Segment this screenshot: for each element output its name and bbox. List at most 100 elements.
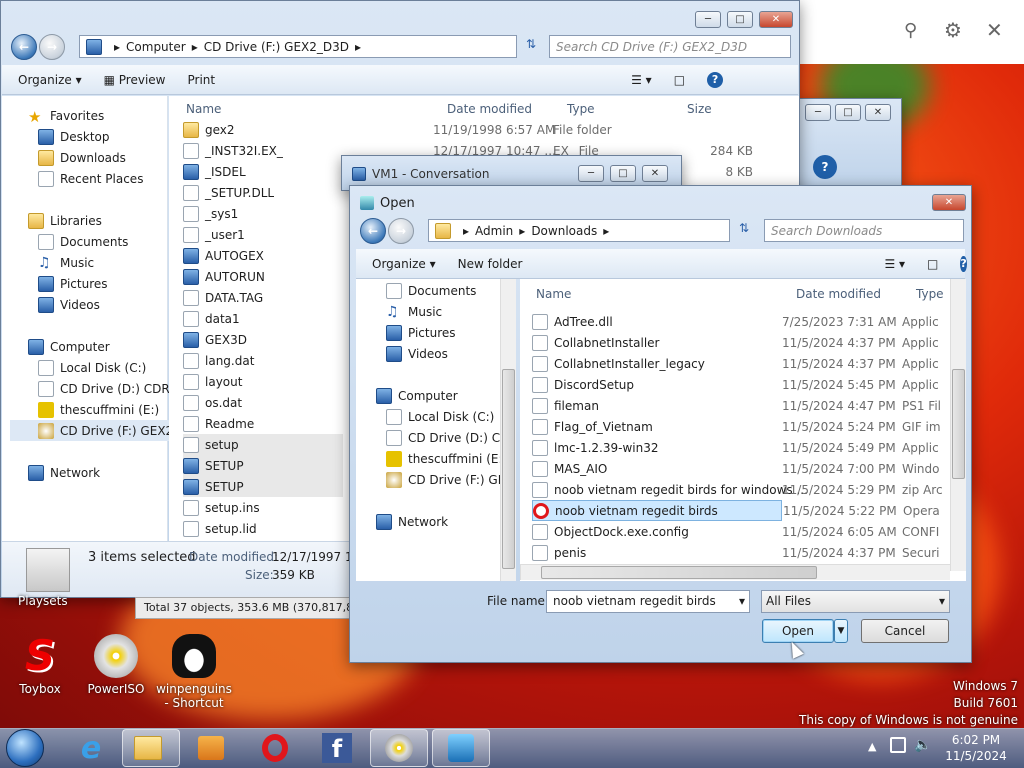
network-tray-icon[interactable] [890,737,906,753]
table-row[interactable]: fileman 11/5/2024 4:47 PM PS1 Fil [532,395,962,416]
breadcrumb-item[interactable]: Admin [475,224,513,238]
print-button[interactable]: Print [187,73,215,87]
forward-button[interactable]: → [39,34,65,60]
sidebar-item-videos[interactable]: Videos [38,297,100,313]
sidebar-item-documents[interactable]: Documents [38,234,128,250]
table-row[interactable]: gex2 11/19/1998 6:57 AM File folder [183,119,783,140]
table-row[interactable]: MAS_AIO 11/5/2024 7:00 PM Windo [532,458,962,479]
column-header-date[interactable]: Date modified [447,102,532,116]
sidebar-item-local-disk-c[interactable]: Local Disk (C:) [386,409,494,425]
table-row[interactable]: CollabnetInstaller 11/5/2024 4:37 PM Appli… [532,332,962,353]
maximize-button[interactable]: □ [727,11,753,28]
sidebar-item-cd-drive-f[interactable]: CD Drive (F:) GEX [386,472,514,488]
clock[interactable]: 6:02 PM 11/5/2024 [936,732,1016,764]
sidebar-item-pictures[interactable]: Pictures [386,325,456,341]
close-button[interactable]: ✕ [759,11,793,28]
taskbar-poweriso[interactable] [370,729,428,767]
chevron-down-icon[interactable]: ▾ [739,594,745,608]
close-button[interactable]: ✕ [642,165,668,182]
filename-input[interactable]: noob vietnam regedit birds ▾ [546,590,750,613]
horizontal-scrollbar[interactable] [520,564,950,580]
back-button[interactable]: ← [11,34,37,60]
table-row[interactable]: SETUP [183,455,343,476]
table-row[interactable]: setup [183,434,343,455]
address-bar[interactable]: ▸ Admin ▸ Downloads ▸ [428,219,730,242]
sidebar-item-pictures[interactable]: Pictures [38,276,108,292]
sidebar-item-videos[interactable]: Videos [386,346,448,362]
maximize-button[interactable]: □ [835,104,861,121]
view-options-icon[interactable]: ☰ ▾ [884,257,905,271]
column-header-name[interactable]: Name [186,102,221,116]
address-bar[interactable]: ▸ Computer ▸ CD Drive (F:) GEX2_D3D ▸ [79,35,517,58]
cancel-button[interactable]: Cancel [861,619,949,643]
sidebar-item-network[interactable]: Network [28,465,100,481]
table-row[interactable]: SETUP [183,476,343,497]
close-button[interactable]: ✕ [932,194,966,211]
search-input[interactable]: Search Downloads [764,219,964,242]
sidebar-item-computer[interactable]: Computer [376,388,458,404]
forward-button[interactable]: → [388,218,414,244]
refresh-icon[interactable]: ⇅ [732,221,756,241]
table-row[interactable]: Flag_of_Vietnam 11/5/2024 5:24 PM GIF im [532,416,962,437]
scrollbar-thumb[interactable] [541,566,817,579]
taskbar-internet-explorer[interactable]: e [62,729,120,767]
preview-pane-icon[interactable]: □ [927,257,938,271]
start-button[interactable] [6,729,44,767]
help-icon[interactable]: ? [813,155,837,179]
table-row[interactable]: noob vietnam regedit birds for windows .… [532,479,962,500]
taskbar-facebook[interactable]: f [308,729,366,767]
maximize-button[interactable]: □ [610,165,636,182]
breadcrumb-item[interactable]: CD Drive (F:) GEX2_D3D [204,40,349,54]
taskbar-explorer[interactable] [122,729,180,767]
sidebar-item-drive-e[interactable]: thescuffmini (E:) [38,402,159,418]
minimize-button[interactable]: ─ [695,11,721,28]
desktop-icon-winpenguins[interactable]: winpenguins - Shortcut [154,634,234,710]
sidebar-item-cd-drive-d[interactable]: CD Drive (D:) CDI [386,430,513,446]
sidebar-item-computer[interactable]: Computer [28,339,110,355]
search-icon[interactable]: ⚲ [904,20,917,41]
refresh-icon[interactable]: ⇅ [519,37,543,57]
sidebar-item-music[interactable]: ♫ Music [386,304,442,320]
table-row[interactable]: AdTree.dll 7/25/2023 7:31 AM Applic [532,311,962,332]
breadcrumb-item[interactable]: Downloads [531,224,597,238]
preview-pane-icon[interactable]: □ [674,73,685,87]
help-icon[interactable]: ? [707,71,724,88]
close-button[interactable]: ✕ [865,104,891,121]
column-header-size[interactable]: Size [687,102,712,116]
table-row[interactable]: lmc-1.2.39-win32 11/5/2024 5:49 PM Applic [532,437,962,458]
sidebar-scrollbar[interactable] [500,279,516,581]
sidebar-item-downloads[interactable]: Downloads [38,150,126,166]
table-row[interactable]: penis 11/5/2024 4:37 PM Securi [532,542,962,563]
organize-button[interactable]: Organize ▾ [18,73,82,87]
open-button[interactable]: Open [762,619,834,643]
column-header-type[interactable]: Type [916,287,944,301]
taskbar-media-player[interactable] [182,729,240,767]
sidebar-item-music[interactable]: ♫ Music [38,255,94,271]
view-options-icon[interactable]: ☰ ▾ [631,73,652,87]
help-icon[interactable]: ? [960,255,967,272]
scrollbar-thumb[interactable] [952,369,965,479]
close-icon[interactable]: ✕ [986,18,1003,42]
desktop-icon-toybox[interactable]: S Toybox [0,634,80,697]
scrollbar-thumb[interactable] [502,369,515,569]
vertical-scrollbar[interactable] [950,279,966,571]
table-row[interactable]: noob vietnam regedit birds 11/5/2024 5:22… [532,500,940,521]
tray-expand-icon[interactable]: ▲ [868,740,876,753]
column-header-date[interactable]: Date modified [796,287,881,301]
sidebar-item-local-disk-c[interactable]: Local Disk (C:) [38,360,146,376]
sidebar-item-desktop[interactable]: Desktop [38,129,110,145]
desktop-icon-poweriso[interactable]: PowerISO [76,634,156,696]
sidebar-item-libraries[interactable]: Libraries [28,213,102,229]
taskbar-opera[interactable] [246,729,304,767]
gear-icon[interactable]: ⚙ [944,18,962,42]
column-header-name[interactable]: Name [536,287,571,301]
preview-button[interactable]: ▦ Preview [104,73,166,87]
sidebar-item-drive-e[interactable]: thescuffmini (E:) [386,451,507,467]
search-input[interactable]: Search CD Drive (F:) GEX2_D3D [549,35,791,58]
volume-muted-icon[interactable]: 🔈 [914,737,931,753]
sidebar-item-recent-places[interactable]: Recent Places [38,171,143,187]
sidebar-item-cd-drive-f[interactable]: CD Drive (F:) GEX2_D [10,420,188,441]
sidebar-item-documents[interactable]: Documents [386,283,476,299]
table-row[interactable]: DiscordSetup 11/5/2024 5:45 PM Applic [532,374,962,395]
table-row[interactable]: CollabnetInstaller_legacy 11/5/2024 4:37 … [532,353,962,374]
